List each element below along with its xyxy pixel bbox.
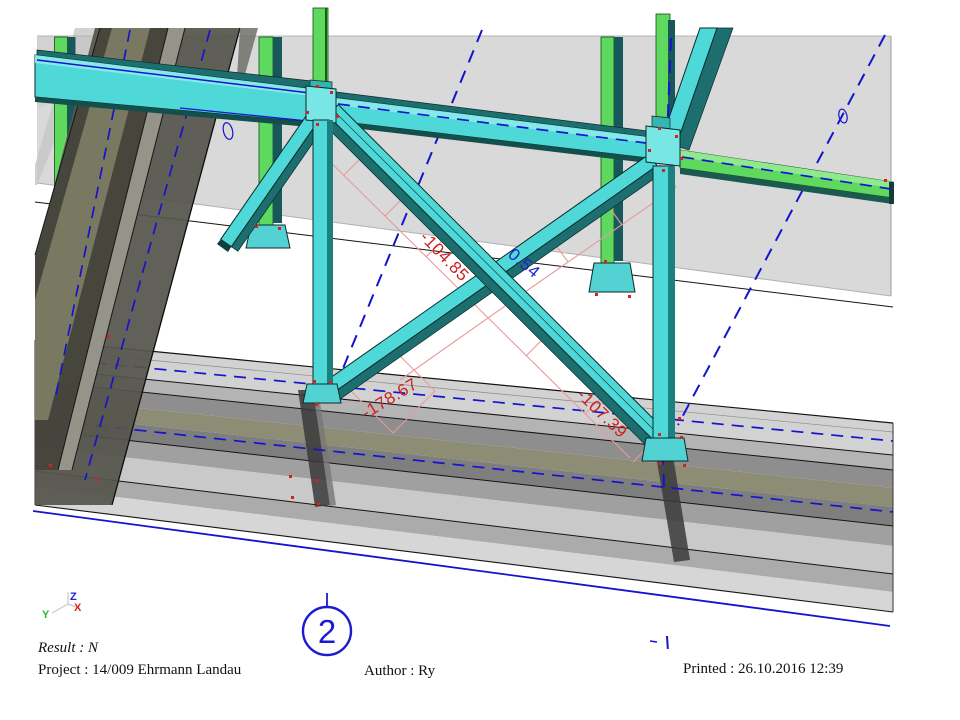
print-preview-page: -104.85 0.54 -178.67 -107.39 2 Z X Y Res… — [0, 0, 960, 720]
base-plate-right — [642, 438, 688, 461]
joint-left — [306, 80, 336, 123]
grid-bubble: 2 — [303, 593, 351, 655]
author-label: Author : Ry — [364, 663, 436, 679]
base-plate-left — [303, 384, 341, 403]
axes-triad: Z X Y — [42, 591, 82, 621]
model-3d-viewport: -104.85 0.54 -178.67 -107.39 2 Z X Y Res… — [0, 0, 960, 720]
printed-label: Printed : 26.10.2016 12:39 — [683, 661, 843, 677]
column-left-joint — [313, 8, 328, 92]
print-footer: Result : N Project : 14/009 Ehrmann Land… — [37, 640, 843, 679]
project-label: Project : 14/009 Ehrmann Landau — [38, 662, 242, 678]
x-axis-label: X — [74, 602, 82, 614]
grid-bubble-number: 2 — [318, 613, 336, 650]
column-base-cut — [589, 263, 635, 292]
floor-slab — [33, 340, 893, 626]
y-axis-label: Y — [42, 609, 50, 621]
result-type-label: Result : N — [37, 640, 99, 656]
